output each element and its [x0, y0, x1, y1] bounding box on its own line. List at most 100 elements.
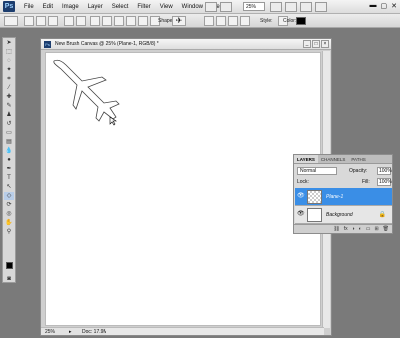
- airplane-shape-icon[interactable]: ✈: [172, 16, 186, 26]
- menu-view[interactable]: View: [160, 4, 173, 10]
- screen-mode-icon[interactable]: [315, 2, 327, 12]
- tool-preset-picker[interactable]: [4, 16, 18, 26]
- brush-tool-icon[interactable]: ✎: [4, 102, 14, 110]
- maximize-icon[interactable]: ▢: [381, 2, 388, 10]
- lock-icon: 🔒: [378, 212, 386, 218]
- document-title-bar[interactable]: Ps New Brush Canvas @ 25% (Plane-1, RGB/…: [41, 39, 331, 50]
- layer-row-background[interactable]: 👁 Background 🔒: [295, 206, 392, 224]
- crop-tool-icon[interactable]: ⌗: [4, 75, 14, 83]
- options-bar: Shape: ✈ Style: Color:: [0, 14, 400, 28]
- tab-paths[interactable]: PATHS: [348, 155, 368, 163]
- history-brush-icon[interactable]: ↺: [4, 120, 14, 128]
- tools-panel: ➤ ⬚ ◌ ✦ ⌗ ⁄ ✚ ✎ ♟ ↺ ▭ ▤ 💧 ● ✒ T ↖ ◇ ⟳ ◎ …: [2, 37, 16, 283]
- close-icon[interactable]: ✕: [391, 2, 397, 10]
- layer-thumbnail: [307, 208, 322, 222]
- marquee-tool-icon[interactable]: ⬚: [4, 48, 14, 56]
- new-layer-icon[interactable]: ⊞: [374, 225, 378, 233]
- 3d-rotate-icon[interactable]: ⟳: [4, 201, 14, 209]
- airplane-path: [53, 59, 120, 122]
- zoom-status[interactable]: 25%: [45, 328, 55, 336]
- zoom-tool-icon[interactable]: ⚲: [4, 228, 14, 236]
- status-menu-icon[interactable]: ▸: [69, 328, 72, 336]
- menu-select[interactable]: Select: [112, 4, 129, 10]
- quick-selection-icon[interactable]: ✦: [4, 66, 14, 74]
- add-to-shape-icon[interactable]: [204, 16, 214, 26]
- tab-channels[interactable]: CHANNELS: [318, 155, 349, 163]
- bridge-icon[interactable]: [205, 2, 217, 12]
- dodge-tool-icon[interactable]: ●: [4, 156, 14, 164]
- lasso-tool-icon[interactable]: ◌: [4, 57, 14, 65]
- eyedropper-icon[interactable]: ⁄: [4, 84, 14, 92]
- move-tool-icon[interactable]: ➤: [4, 39, 14, 47]
- fill-field[interactable]: 100%: [377, 178, 392, 186]
- blend-mode-select[interactable]: Normal: [297, 167, 337, 175]
- subtract-shape-icon[interactable]: [216, 16, 226, 26]
- quick-mask-icon[interactable]: ◙: [4, 275, 14, 283]
- minimize-icon[interactable]: ▬: [370, 2, 377, 10]
- visibility-eye-icon[interactable]: 👁: [297, 211, 305, 218]
- foreground-color-swatch[interactable]: [6, 262, 13, 269]
- exclude-shape-icon[interactable]: [240, 16, 250, 26]
- eraser-icon[interactable]: ▭: [4, 129, 14, 137]
- healing-brush-icon[interactable]: ✚: [4, 93, 14, 101]
- shape-layers-icon[interactable]: [24, 16, 34, 26]
- document-window-controls: _ □ ×: [303, 40, 329, 48]
- link-layers-icon[interactable]: ⛓: [333, 225, 339, 233]
- fill-pixels-icon[interactable]: [48, 16, 58, 26]
- blur-tool-icon[interactable]: 💧: [4, 147, 14, 155]
- zoom-tool-icon[interactable]: [285, 2, 297, 12]
- hand-tool-icon[interactable]: [270, 2, 282, 12]
- custom-shape-tool-icon[interactable]: ◇: [4, 192, 14, 200]
- menu-edit[interactable]: Edit: [43, 4, 53, 10]
- arrange-documents-icon[interactable]: [300, 2, 312, 12]
- layer-mask-icon[interactable]: ◑: [352, 225, 355, 233]
- view-extras-icon[interactable]: [220, 2, 232, 12]
- type-tool-icon[interactable]: T: [4, 174, 14, 182]
- line-icon[interactable]: [138, 16, 148, 26]
- freeform-pen-icon[interactable]: [76, 16, 86, 26]
- menu-file[interactable]: File: [24, 4, 34, 10]
- layer-name: Plane-1: [326, 194, 344, 200]
- canvas[interactable]: [45, 52, 321, 326]
- 3d-orbit-icon[interactable]: ◎: [4, 210, 14, 218]
- hand-tool-icon[interactable]: ✋: [4, 219, 14, 227]
- opacity-field[interactable]: 100%: [377, 167, 392, 175]
- status-bar: 25% ▸ Doc: 17.9M/0 bytes: [41, 327, 125, 336]
- path-selection-icon[interactable]: ↖: [4, 183, 14, 191]
- tab-layers[interactable]: LAYERS: [294, 155, 318, 163]
- visibility-eye-icon[interactable]: 👁: [297, 193, 305, 200]
- document-ps-icon: Ps: [44, 41, 51, 48]
- menu-bar: Ps File Edit Image Layer Select Filter V…: [0, 0, 400, 14]
- adjustment-layer-icon[interactable]: ◐: [359, 225, 362, 233]
- menu-window[interactable]: Window: [182, 4, 203, 10]
- paths-icon[interactable]: [36, 16, 46, 26]
- menu-image[interactable]: Image: [62, 4, 79, 10]
- color-swatch[interactable]: [296, 17, 306, 25]
- layer-thumbnail: [307, 190, 322, 204]
- window-controls: ▬ ▢ ✕: [370, 2, 398, 10]
- menu-filter[interactable]: Filter: [137, 4, 150, 10]
- rectangle-shape-icon[interactable]: [90, 16, 100, 26]
- zoom-level-select[interactable]: 25%: [243, 2, 265, 11]
- mouse-cursor-icon: [109, 116, 117, 126]
- new-group-icon[interactable]: ▭: [366, 225, 371, 233]
- pen-tool-icon[interactable]: ✒: [4, 165, 14, 173]
- rounded-rectangle-icon[interactable]: [102, 16, 112, 26]
- horizontal-scrollbar[interactable]: [106, 327, 324, 335]
- menu-layer[interactable]: Layer: [88, 4, 103, 10]
- layer-name: Background: [326, 212, 353, 218]
- pen-tool-icon[interactable]: [64, 16, 74, 26]
- ellipse-icon[interactable]: [114, 16, 124, 26]
- layer-style-icon[interactable]: fx: [344, 225, 348, 233]
- document-minimize-icon[interactable]: _: [303, 40, 311, 48]
- clone-stamp-icon[interactable]: ♟: [4, 111, 14, 119]
- photoshop-logo: Ps: [3, 1, 15, 12]
- document-maximize-icon[interactable]: □: [312, 40, 320, 48]
- document-title: New Brush Canvas @ 25% (Plane-1, RGB/8) …: [55, 41, 159, 47]
- delete-layer-icon[interactable]: 🗑: [383, 225, 389, 233]
- intersect-shape-icon[interactable]: [228, 16, 238, 26]
- gradient-tool-icon[interactable]: ▤: [4, 138, 14, 146]
- polygon-icon[interactable]: [126, 16, 136, 26]
- layer-row-plane-1[interactable]: 👁 Plane-1: [295, 188, 392, 206]
- document-close-icon[interactable]: ×: [321, 40, 329, 48]
